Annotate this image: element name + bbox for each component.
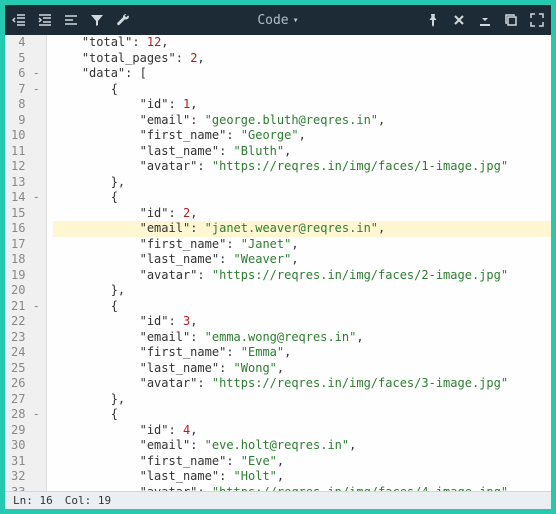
code-line[interactable]: "avatar": "https://reqres.in/img/faces/2… bbox=[53, 268, 551, 284]
code-line[interactable]: "avatar": "https://reqres.in/img/faces/1… bbox=[53, 159, 551, 175]
code-line[interactable]: }, bbox=[53, 392, 551, 408]
line-number: 4 bbox=[11, 35, 40, 51]
line-number: 11 bbox=[11, 144, 40, 160]
code-line[interactable]: { bbox=[53, 190, 551, 206]
code-line[interactable]: "last_name": "Wong", bbox=[53, 361, 551, 377]
code-line[interactable]: "last_name": "Bluth", bbox=[53, 144, 551, 160]
editor-content[interactable]: 4 5 6 - 7 - 8 9 10 11 12 13 14 -15 16 17… bbox=[5, 35, 551, 491]
line-number: 15 bbox=[11, 206, 40, 222]
line-number: 32 bbox=[11, 469, 40, 485]
code-line[interactable]: "total_pages": 2, bbox=[53, 51, 551, 67]
line-number: 13 bbox=[11, 175, 40, 191]
line-number: 17 bbox=[11, 237, 40, 253]
code-line[interactable]: }, bbox=[53, 175, 551, 191]
code-line[interactable]: "total": 12, bbox=[53, 35, 551, 51]
code-line[interactable]: "last_name": "Holt", bbox=[53, 469, 551, 485]
line-number: 16 bbox=[11, 221, 40, 237]
line-number: 12 bbox=[11, 159, 40, 175]
toolbar-right bbox=[425, 12, 545, 28]
statusbar: Ln: 16 Col: 19 bbox=[5, 491, 551, 509]
line-number: 10 bbox=[11, 128, 40, 144]
status-line: Ln: 16 bbox=[13, 494, 53, 507]
mode-label: Code bbox=[257, 13, 288, 28]
code-line[interactable]: { bbox=[53, 82, 551, 98]
chevron-down-icon: ▾ bbox=[293, 15, 299, 26]
line-number: 24 bbox=[11, 345, 40, 361]
code-line[interactable]: "first_name": "Janet", bbox=[53, 237, 551, 253]
pin-icon[interactable] bbox=[425, 12, 441, 28]
line-number-gutter: 4 5 6 - 7 - 8 9 10 11 12 13 14 -15 16 17… bbox=[5, 35, 47, 491]
code-line[interactable]: "avatar": "https://reqres.in/img/faces/3… bbox=[53, 376, 551, 392]
code-line[interactable]: "first_name": "Eve", bbox=[53, 454, 551, 470]
copy-icon[interactable] bbox=[503, 12, 519, 28]
code-line[interactable]: "email": "janet.weaver@reqres.in", bbox=[53, 221, 551, 237]
line-number: 25 bbox=[11, 361, 40, 377]
indent-icon[interactable] bbox=[37, 12, 53, 28]
toolbar-left bbox=[11, 12, 131, 28]
wrench-icon[interactable] bbox=[115, 12, 131, 28]
code-line[interactable]: "first_name": "Emma", bbox=[53, 345, 551, 361]
line-number: 30 bbox=[11, 438, 40, 454]
mode-selector[interactable]: Code ▾ bbox=[131, 13, 425, 28]
line-number: 14 - bbox=[11, 190, 40, 206]
line-number: 5 bbox=[11, 51, 40, 67]
line-number: 19 bbox=[11, 268, 40, 284]
code-line[interactable]: "email": "george.bluth@reqres.in", bbox=[53, 113, 551, 129]
line-number: 28 - bbox=[11, 407, 40, 423]
code-area[interactable]: "total": 12, "total_pages": 2, "data": [… bbox=[47, 35, 551, 491]
line-number: 22 bbox=[11, 314, 40, 330]
code-line[interactable]: "last_name": "Weaver", bbox=[53, 252, 551, 268]
line-number: 27 bbox=[11, 392, 40, 408]
line-number: 29 bbox=[11, 423, 40, 439]
code-line[interactable]: { bbox=[53, 407, 551, 423]
code-line[interactable]: }, bbox=[53, 283, 551, 299]
download-icon[interactable] bbox=[477, 12, 493, 28]
code-line[interactable]: "id": 3, bbox=[53, 314, 551, 330]
code-line[interactable]: { bbox=[53, 299, 551, 315]
line-number: 18 bbox=[11, 252, 40, 268]
line-number: 31 bbox=[11, 454, 40, 470]
code-line[interactable]: "email": "emma.wong@reqres.in", bbox=[53, 330, 551, 346]
toolbar: Code ▾ bbox=[5, 5, 551, 35]
line-number: 8 bbox=[11, 97, 40, 113]
code-line[interactable]: "email": "eve.holt@reqres.in", bbox=[53, 438, 551, 454]
line-number: 7 - bbox=[11, 82, 40, 98]
format-icon[interactable] bbox=[63, 12, 79, 28]
status-col: Col: 19 bbox=[65, 494, 111, 507]
filter-icon[interactable] bbox=[89, 12, 105, 28]
code-editor: Code ▾ 4 5 6 - 7 - 8 9 10 11 12 13 14 -1… bbox=[5, 5, 551, 509]
close-icon[interactable] bbox=[451, 12, 467, 28]
line-number: 21 - bbox=[11, 299, 40, 315]
line-number: 26 bbox=[11, 376, 40, 392]
line-number: 6 - bbox=[11, 66, 40, 82]
line-number: 20 bbox=[11, 283, 40, 299]
code-line[interactable]: "first_name": "George", bbox=[53, 128, 551, 144]
expand-icon[interactable] bbox=[529, 12, 545, 28]
line-number: 23 bbox=[11, 330, 40, 346]
outdent-icon[interactable] bbox=[11, 12, 27, 28]
code-line[interactable]: "data": [ bbox=[53, 66, 551, 82]
code-line[interactable]: "id": 2, bbox=[53, 206, 551, 222]
code-line[interactable]: "id": 1, bbox=[53, 97, 551, 113]
code-line[interactable]: "id": 4, bbox=[53, 423, 551, 439]
line-number: 9 bbox=[11, 113, 40, 129]
